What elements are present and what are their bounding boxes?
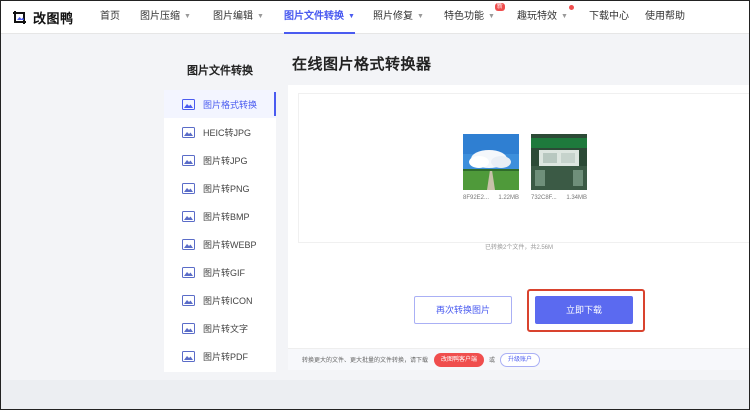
sidebar-item-to-gif[interactable]: 图片转GIF (164, 258, 276, 286)
file-name: 8F92E2... (463, 195, 490, 201)
sidebar-item-label: 图片转文字 (203, 323, 249, 334)
nav-label: 首页 (100, 11, 120, 22)
nav-label: 趣玩特效 (517, 11, 557, 22)
sidebar-list: 图片格式转换 HEIC转JPG 图片转JPG 图片转PNG 图片转BMP 图片转… (164, 90, 276, 370)
landscape-photo-thumbnail (463, 134, 519, 190)
nav-photo-repair[interactable]: 照片修复 ▼ (373, 0, 424, 34)
sidebar-item-label: 图片转GIF (203, 267, 245, 278)
brand-logo[interactable]: 改图鸭 (12, 8, 74, 27)
sidebar-item-to-icon[interactable]: 图片转ICON (164, 286, 276, 314)
sidebar-item-to-png[interactable]: 图片转PNG (164, 174, 276, 202)
image-icon (182, 266, 195, 278)
image-icon (182, 98, 195, 110)
page-bottom-strip (0, 380, 750, 410)
image-icon (182, 322, 195, 334)
nav-label: 图片文件转换 (284, 11, 344, 22)
file-info: 8F92E2... 1.22MB (463, 195, 519, 201)
download-client-button[interactable]: 改图鸭客户端 (434, 352, 485, 367)
crop-icon (13, 10, 26, 24)
chevron-down-icon: ▼ (488, 13, 495, 20)
image-icon (182, 350, 195, 362)
image-icon (182, 294, 195, 306)
conversion-summary: 已转换2个文件，共2.56M (484, 245, 553, 251)
store-photo-thumbnail (531, 134, 587, 190)
sidebar-item-label: 图片格式转换 (203, 99, 258, 110)
image-icon (182, 210, 195, 222)
new-badge: 新 (494, 3, 505, 11)
nav-label: 下载中心 (589, 11, 629, 22)
upgrade-tip-bar: 转换更大的文件、更大批量的文件转换，请下载 改图鸭客户端 或 升级账户 (288, 348, 750, 370)
nav-image-compress[interactable]: 图片压缩 ▼ (140, 0, 191, 34)
chevron-down-icon: ▼ (184, 13, 191, 20)
nav-label: 使用帮助 (645, 11, 685, 22)
sidebar-item-to-pdf[interactable]: 图片转PDF (164, 342, 276, 370)
download-now-button[interactable]: 立即下载 (535, 296, 633, 324)
sidebar-item-label: 图片转JPG (203, 155, 248, 166)
file-thumbnail[interactable]: 732C8F... 1.34MB (531, 134, 587, 201)
file-info: 732C8F... 1.34MB (531, 195, 587, 201)
image-icon (182, 182, 195, 194)
nav-image-edit[interactable]: 图片编辑 ▼ (213, 0, 264, 34)
sidebar-item-label: 图片转ICON (203, 295, 253, 306)
sidebar-item-label: 图片转PDF (203, 351, 249, 362)
tip-text: 转换更大的文件、更大批量的文件转换，请下载 (302, 358, 429, 364)
notification-dot (568, 5, 574, 10)
convert-again-button[interactable]: 再次转换图片 (414, 296, 512, 324)
nav-label: 图片压缩 (140, 11, 180, 22)
upgrade-account-button[interactable]: 升级账户 (500, 352, 541, 367)
sidebar-item-label: 图片转BMP (203, 211, 250, 222)
sidebar-item-label: HEIC转JPG (203, 127, 252, 138)
sidebar-item-to-bmp[interactable]: 图片转BMP (164, 202, 276, 230)
nav-special-features[interactable]: 特色功能 ▼ 新 (444, 0, 505, 34)
chevron-down-icon: ▼ (561, 13, 568, 20)
file-size: 1.22MB (498, 195, 519, 201)
nav-image-file-convert[interactable]: 图片文件转换 ▼ (284, 0, 355, 34)
sidebar-item-format-convert[interactable]: 图片格式转换 (164, 90, 276, 118)
file-size: 1.34MB (566, 195, 587, 201)
sidebar: 图片文件转换 图片格式转换 HEIC转JPG 图片转JPG 图片转PNG 图片转… (164, 52, 276, 372)
file-preview-area: 8F92E2... 1.22MB 732C8F... 1.34MB (298, 93, 750, 243)
nav-help[interactable]: 使用帮助 (645, 0, 685, 34)
top-navigation-bar: 改图鸭 首页 图片压缩 ▼ 图片编辑 ▼ 图片文件转换 ▼ 照片修复 ▼ 特色功能 ▼ 新 … (0, 0, 750, 34)
image-icon (182, 154, 195, 166)
nav-home[interactable]: 首页 (100, 0, 120, 34)
nav-label: 特色功能 (444, 11, 484, 22)
chevron-down-icon: ▼ (348, 13, 355, 20)
sidebar-item-label: 图片转WEBP (203, 239, 257, 250)
sidebar-item-label: 图片转PNG (203, 183, 250, 194)
converter-panel: 8F92E2... 1.22MB 732C8F... 1.34MB 已转换2个文… (288, 85, 750, 370)
chevron-down-icon: ▼ (417, 13, 424, 20)
sidebar-title: 图片文件转换 (164, 52, 276, 90)
nav-fun-effects[interactable]: 趣玩特效 ▼ (517, 0, 576, 34)
or-text: 或 (489, 358, 496, 364)
sidebar-item-to-webp[interactable]: 图片转WEBP (164, 230, 276, 258)
nav-label: 图片编辑 (213, 11, 253, 22)
sidebar-item-to-text[interactable]: 图片转文字 (164, 314, 276, 342)
image-icon (182, 126, 195, 138)
sidebar-item-to-jpg[interactable]: 图片转JPG (164, 146, 276, 174)
nav-label: 照片修复 (373, 11, 413, 22)
chevron-down-icon: ▼ (257, 13, 264, 20)
image-icon (182, 238, 195, 250)
page-title: 在线图片格式转换器 (292, 56, 432, 73)
brand-name: 改图鸭 (33, 11, 74, 26)
file-name: 732C8F... (531, 195, 557, 201)
nav-download-center[interactable]: 下载中心 (589, 0, 629, 34)
sidebar-item-heic-to-jpg[interactable]: HEIC转JPG (164, 118, 276, 146)
file-thumbnail[interactable]: 8F92E2... 1.22MB (463, 134, 519, 201)
